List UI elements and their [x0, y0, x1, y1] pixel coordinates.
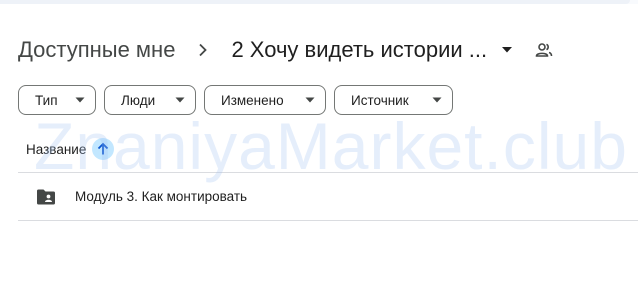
filter-people-label: Люди [121, 92, 156, 108]
column-header-name: Название [26, 138, 115, 160]
filter-source-chip[interactable]: Источник [334, 85, 453, 115]
sort-ascending-icon[interactable] [92, 138, 115, 160]
breadcrumb-current[interactable]: 2 Хочу видеть истории ... [231, 37, 487, 63]
caret-down-icon [305, 97, 315, 103]
breadcrumb-root[interactable]: Доступные мне [18, 37, 175, 63]
caret-down-icon [175, 97, 185, 103]
filter-type-label: Тип [35, 92, 58, 108]
chevron-right-icon [175, 43, 231, 57]
row-name: Модуль 3. Как монтировать [75, 189, 248, 204]
top-strip [0, 0, 638, 4]
divider [18, 220, 638, 221]
breadcrumb: Доступные мне 2 Хочу видеть истории ... [18, 34, 555, 66]
filter-people-chip[interactable]: Люди [104, 85, 196, 115]
filter-type-chip[interactable]: Тип [18, 85, 96, 115]
shared-people-icon[interactable] [533, 39, 555, 61]
caret-down-icon [75, 97, 85, 103]
filter-modified-chip[interactable]: Изменено [204, 85, 326, 115]
shared-folder-icon [36, 189, 56, 205]
filter-modified-label: Изменено [221, 92, 284, 108]
column-name-label[interactable]: Название [26, 142, 86, 157]
caret-down-icon[interactable] [499, 42, 515, 58]
filter-bar: Тип Люди Изменено Источник [18, 85, 461, 115]
caret-down-icon [432, 97, 442, 103]
table-row[interactable]: Модуль 3. Как монтировать [18, 173, 638, 220]
filter-source-label: Источник [351, 92, 409, 108]
